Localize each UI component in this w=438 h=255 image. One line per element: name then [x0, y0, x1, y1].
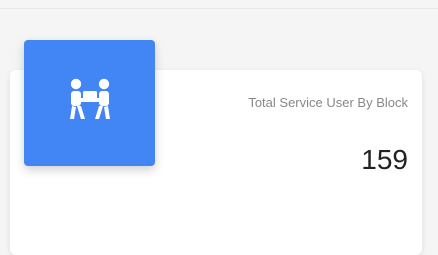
top-divider — [0, 8, 438, 9]
people-carry-box-icon — [60, 71, 120, 136]
icon-tile — [24, 40, 155, 166]
card-value: 159 — [361, 144, 408, 175]
card-title: Total Service User By Block — [248, 95, 408, 110]
